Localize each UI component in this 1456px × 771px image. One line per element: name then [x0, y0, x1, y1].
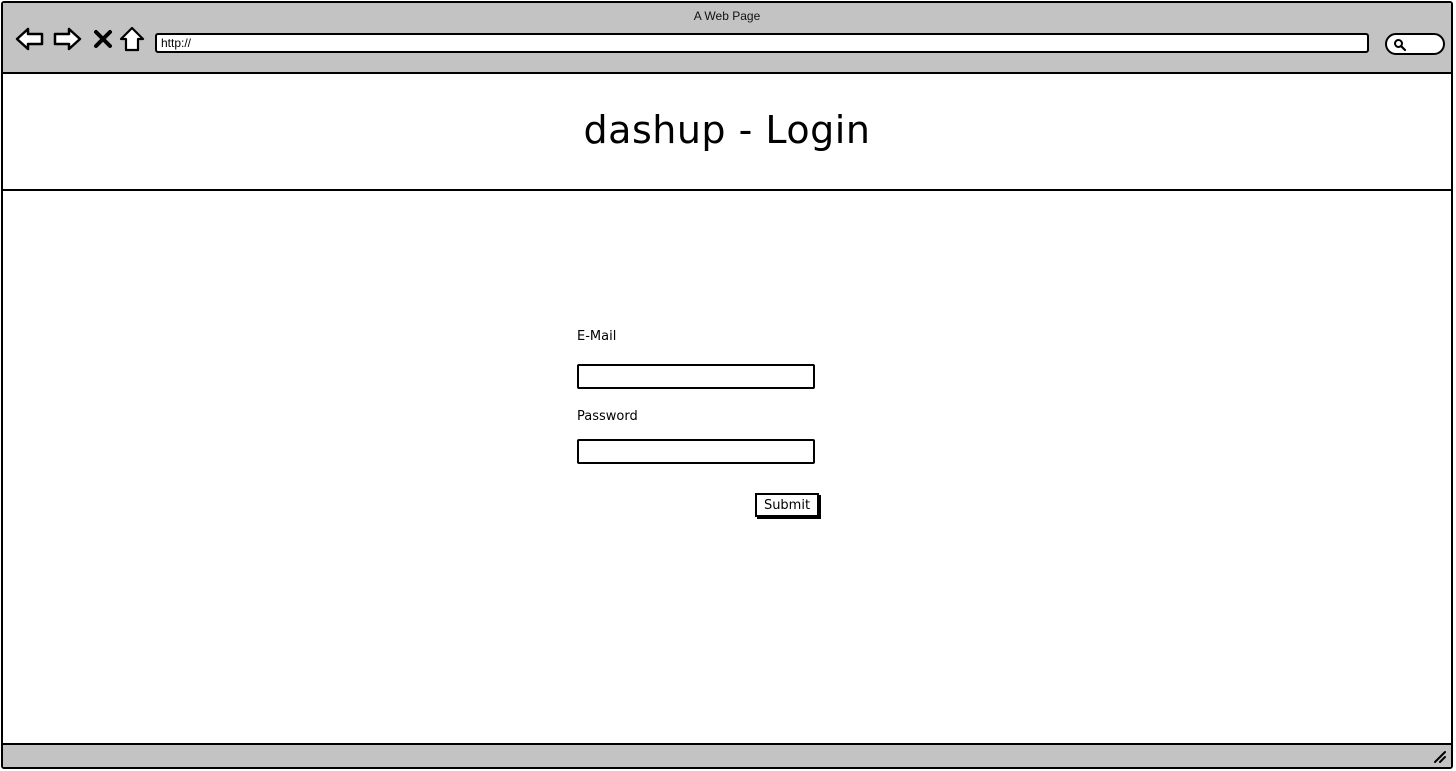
status-bar: [3, 743, 1451, 767]
home-icon: [119, 26, 145, 52]
page-title: dashup - Login: [583, 108, 871, 152]
page-header: dashup - Login: [3, 76, 1451, 191]
submit-button[interactable]: Submit: [755, 493, 819, 517]
stop-button[interactable]: [88, 25, 118, 53]
email-label: E-Mail: [577, 329, 617, 344]
browser-window: A Web Page http:// dashup - Login E-Mail…: [1, 1, 1453, 769]
browser-toolbar: A Web Page: [3, 3, 1451, 74]
arrow-left-icon: [15, 27, 44, 51]
browser-search-button[interactable]: [1385, 33, 1445, 55]
forward-button[interactable]: [52, 25, 82, 53]
email-field[interactable]: [577, 364, 815, 389]
password-label: Password: [577, 409, 638, 424]
home-button[interactable]: [117, 25, 147, 53]
search-icon: [1394, 39, 1407, 52]
password-field[interactable]: [577, 439, 815, 464]
window-title: A Web Page: [693, 9, 761, 23]
arrow-right-icon: [53, 27, 82, 51]
close-icon: [94, 30, 112, 48]
resize-grip-icon[interactable]: [1431, 748, 1447, 764]
address-bar-input[interactable]: [155, 33, 1369, 53]
back-button[interactable]: [15, 25, 45, 53]
